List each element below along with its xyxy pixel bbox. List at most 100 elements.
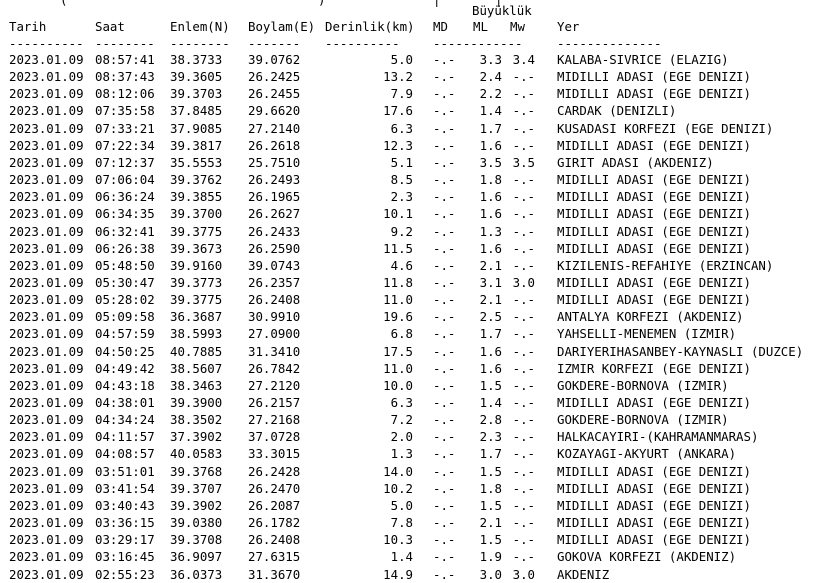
row-mw: -.-: [512, 412, 535, 428]
dash-magnitude: ------------: [433, 36, 523, 51]
row-longitude: 26.2470: [248, 480, 301, 496]
row-md: -.-: [433, 189, 456, 205]
header-date: Tarih: [9, 19, 47, 34]
table-row: 2023.01.09 04:34:24 38.3502 27.2168 7.2 -.- 2.…: [0, 411, 817, 428]
row-date: 2023.01.09: [9, 515, 84, 531]
row-ml: 1.6: [479, 240, 502, 256]
row-latitude: 37.8485: [170, 103, 223, 119]
row-md: -.-: [433, 480, 456, 496]
row-md: -.-: [433, 429, 456, 445]
row-time: 08:12:06: [95, 86, 155, 102]
row-latitude: 39.3703: [170, 86, 223, 102]
row-depth: 11.0: [383, 292, 413, 308]
row-longitude: 26.7842: [248, 360, 301, 376]
row-time: 03:40:43: [95, 497, 155, 513]
row-longitude: 26.2357: [248, 274, 301, 290]
table-row: 2023.01.09 05:28:02 39.3775 26.2408 11.0 -.- 2…: [0, 291, 817, 308]
row-time: 07:12:37: [95, 154, 155, 170]
header-md: MD: [433, 19, 448, 34]
row-time: 04:57:59: [95, 326, 155, 342]
row-mw: -.-: [512, 377, 535, 393]
row-date: 2023.01.09: [9, 120, 84, 136]
row-date: 2023.01.09: [9, 446, 84, 462]
row-date: 2023.01.09: [9, 480, 84, 496]
row-mw: -.-: [512, 86, 535, 102]
row-md: -.-: [433, 549, 456, 565]
row-time: 02:55:23: [95, 566, 155, 582]
row-location: MIDILLI ADASI (EGE DENIZI): [557, 240, 751, 256]
row-latitude: 39.3673: [170, 240, 223, 256]
table-row: 2023.01.09 04:08:57 40.0583 33.3015 1.3 -.- 1.…: [0, 445, 817, 462]
row-ml: 1.7: [479, 446, 502, 462]
header-separator-row: ---------- -------- -------- ------- ---…: [0, 35, 817, 52]
row-ml: 1.8: [479, 172, 502, 188]
row-md: -.-: [433, 172, 456, 188]
row-ml: 2.8: [479, 412, 502, 428]
row-time: 04:08:57: [95, 446, 155, 462]
row-location: GOKDERE-BORNOVA (IZMIR): [557, 377, 729, 393]
row-depth: 7.8: [390, 515, 413, 531]
row-mw: -.-: [512, 292, 535, 308]
row-latitude: 38.3733: [170, 52, 223, 67]
table-row: 2023.01.09 04:57:59 38.5993 27.0900 6.8 -.- 1.…: [0, 325, 817, 342]
row-longitude: 26.2157: [248, 395, 301, 410]
row-latitude: 35.5553: [170, 154, 223, 170]
row-ml: 1.8: [479, 480, 502, 496]
row-md: -.-: [433, 274, 456, 290]
row-latitude: 39.3762: [170, 172, 223, 188]
row-depth: 9.2: [390, 223, 413, 239]
row-date: 2023.01.09: [9, 412, 84, 428]
row-mw: -.-: [512, 189, 535, 205]
row-latitude: 39.3900: [170, 395, 223, 410]
dash-time: --------: [95, 36, 155, 51]
row-mw: -.-: [512, 395, 535, 410]
row-ml: 1.7: [479, 326, 502, 342]
row-mw: -.-: [512, 223, 535, 239]
row-date: 2023.01.09: [9, 172, 84, 188]
row-location: MIDILLI ADASI (EGE DENIZI): [557, 292, 751, 308]
row-ml: 2.1: [479, 515, 502, 531]
row-location: IZMIR KORFEZI (EGE DENIZI): [557, 360, 751, 376]
row-mw: -.-: [512, 446, 535, 462]
row-time: 07:33:21: [95, 120, 155, 136]
row-mw: -.-: [512, 172, 535, 188]
table-row: 2023.01.09 03:29:17 39.3708 26.2408 10.3 -.- 1…: [0, 531, 817, 548]
row-depth: 11.5: [383, 240, 413, 256]
row-location: MIDILLI ADASI (EGE DENIZI): [557, 274, 751, 290]
row-mw: -.-: [512, 69, 535, 85]
row-longitude: 30.9910: [248, 309, 301, 325]
earthquake-listing: ( ) | | Büyüklük Tarih Saat Enlem(N) Boy…: [0, 0, 817, 582]
row-longitude: 26.2408: [248, 292, 301, 308]
table-row: 2023.01.09 04:50:25 40.7885 31.3410 17.5 -.- 1…: [0, 343, 817, 360]
row-md: -.-: [433, 446, 456, 462]
table-row: 2023.01.09 08:37:43 39.3605 26.2425 13.2 -.- 2…: [0, 68, 817, 85]
row-ml: 1.6: [479, 360, 502, 376]
row-depth: 4.6: [390, 257, 413, 273]
row-longitude: 31.3670: [248, 566, 301, 582]
row-mw: -.-: [512, 103, 535, 119]
row-time: 07:22:34: [95, 137, 155, 153]
row-date: 2023.01.09: [9, 292, 84, 308]
table-row: 2023.01.09 03:51:01 39.3768 26.2428 14.0 -.- 1…: [0, 463, 817, 480]
row-ml: 2.2: [479, 86, 502, 102]
row-latitude: 39.3708: [170, 532, 223, 548]
table-row: 2023.01.09 04:43:18 38.3463 27.2120 10.0 -.- 1…: [0, 377, 817, 394]
row-location: MIDILLI ADASI (EGE DENIZI): [557, 532, 751, 548]
row-time: 03:16:45: [95, 549, 155, 565]
row-mw: -.-: [512, 515, 535, 531]
row-md: -.-: [433, 154, 456, 170]
table-row: 2023.01.09 03:36:15 39.0380 26.1782 7.8 -.- 2.…: [0, 514, 817, 531]
row-location: HALKACAYIRI-(KAHRAMANMARAS): [557, 429, 759, 445]
row-md: -.-: [433, 223, 456, 239]
row-ml: 3.3: [479, 52, 502, 67]
row-latitude: 39.3768: [170, 463, 223, 479]
row-time: 04:49:42: [95, 360, 155, 376]
row-longitude: 26.2408: [248, 532, 301, 548]
row-ml: 1.4: [479, 103, 502, 119]
row-longitude: 26.2428: [248, 463, 301, 479]
row-longitude: 26.2425: [248, 69, 301, 85]
row-ml: 2.1: [479, 257, 502, 273]
row-md: -.-: [433, 52, 456, 67]
row-depth: 12.3: [383, 137, 413, 153]
row-location: MIDILLI ADASI (EGE DENIZI): [557, 189, 751, 205]
